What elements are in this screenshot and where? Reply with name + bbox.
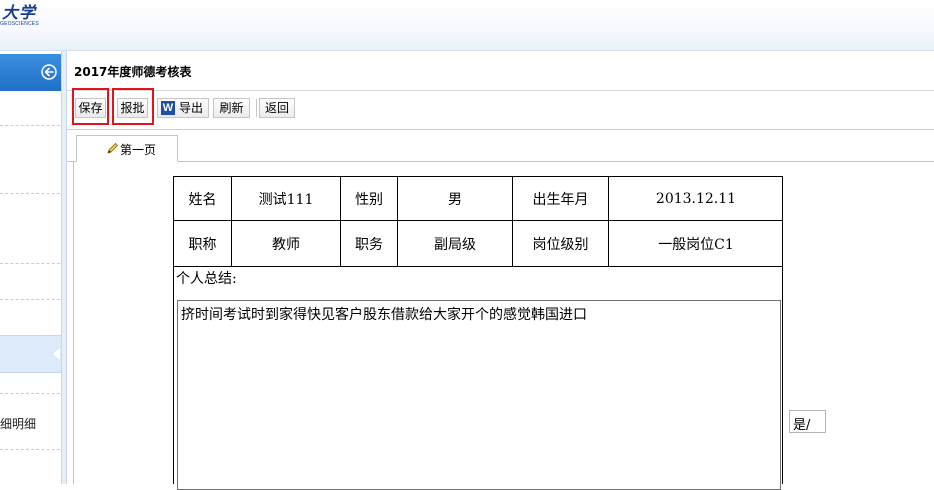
sidebar: 细明细 [0, 51, 61, 484]
title-value-cell[interactable]: 教师 [232, 221, 341, 267]
birth-value: 2013.12.11 [655, 190, 737, 207]
pencil-icon [107, 142, 119, 154]
arrow-left-circle-icon[interactable] [41, 64, 57, 80]
export-button[interactable]: W 导出 [157, 98, 209, 118]
gender-label-cell: 性别 [341, 177, 398, 221]
name-label-cell: 姓名 [174, 177, 232, 221]
sidebar-divider [0, 193, 60, 194]
title-value: 教师 [272, 236, 300, 253]
back-button[interactable]: 返回 [259, 98, 295, 118]
title-label-cell: 职称 [174, 221, 232, 267]
title-label: 职称 [188, 236, 217, 253]
submit-for-approval-button[interactable]: 报批 [117, 98, 148, 118]
sidebar-header [0, 54, 61, 91]
name-value-cell[interactable]: 测试111 [232, 177, 341, 221]
tab-label: 第一页 [120, 143, 157, 157]
university-logo-subtitle: GEOSCIENCES [0, 21, 39, 27]
name-label: 姓名 [188, 191, 217, 208]
app-header: 大学 GEOSCIENCES [0, 0, 934, 51]
sidebar-item-active[interactable] [0, 335, 61, 373]
level-value: 一般岗位C1 [658, 236, 734, 253]
duty-label: 职务 [355, 236, 383, 253]
sidebar-divider [0, 125, 60, 126]
confirm-field[interactable]: 是/ [789, 410, 826, 433]
page-title: 2017年度师德考核表 [74, 65, 192, 79]
summary-textarea[interactable]: 挤时间考试时到家得快见客户股东借款给大家开个的感觉韩国进口 [177, 300, 781, 490]
birth-label-cell: 出生年月 [513, 177, 609, 221]
export-label: 导出 [179, 101, 204, 115]
duty-value: 副局级 [434, 236, 476, 253]
sidebar-divider [0, 393, 60, 394]
save-button[interactable]: 保存 [75, 98, 106, 118]
appraisal-form: 姓名 测试111 性别 男 出生年月 2013.12.11 职称 教师 职务 副… [173, 176, 783, 490]
sidebar-divider [0, 263, 60, 264]
summary-label: 个人总结: [176, 271, 237, 287]
gender-value: 男 [448, 191, 462, 208]
summary-text: 挤时间考试时到家得快见客户股东借款给大家开个的感觉韩国进口 [181, 307, 587, 323]
sidebar-item-detail[interactable]: 细明细 [0, 415, 36, 432]
word-icon: W [161, 101, 175, 115]
gender-label: 性别 [355, 191, 383, 208]
level-label: 岗位级别 [532, 236, 589, 253]
tab-strip-line [67, 161, 934, 162]
gender-value-cell[interactable]: 男 [398, 177, 513, 221]
level-value-cell[interactable]: 一般岗位C1 [609, 221, 783, 267]
level-label-cell: 岗位级别 [513, 221, 609, 267]
sidebar-divider [0, 299, 60, 300]
duty-value-cell[interactable]: 副局级 [398, 221, 513, 267]
toolbar: 保存 报批 W 导出 刷新 返回 [67, 88, 934, 130]
toolbar-separator [256, 99, 257, 117]
university-logo: 大学 [2, 3, 37, 22]
sidebar-divider [0, 449, 60, 450]
confirm-field-value: 是/ [793, 418, 811, 433]
duty-label-cell: 职务 [341, 221, 398, 267]
tab-page-1[interactable]: 第一页 [76, 135, 178, 162]
main-panel: 2017年度师德考核表 保存 报批 W 导出 刷新 返回 第一页 姓名 测试11… [67, 51, 934, 490]
refresh-button[interactable]: 刷新 [213, 98, 250, 118]
name-value: 测试111 [258, 191, 314, 208]
birth-label: 出生年月 [532, 191, 589, 208]
birth-value-cell[interactable]: 2013.12.11 [609, 177, 783, 221]
active-pointer-icon [53, 348, 60, 360]
